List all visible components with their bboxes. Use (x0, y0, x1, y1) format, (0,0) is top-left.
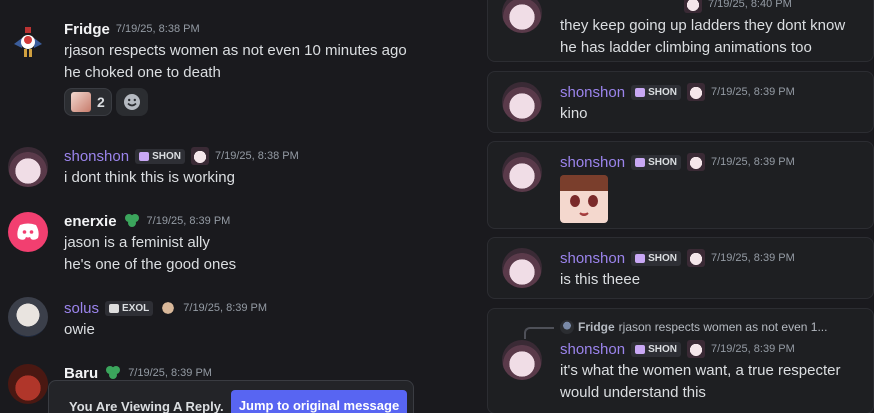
message-text: it's what the women want, a true respect… (560, 362, 841, 379)
heart-icon (109, 303, 120, 313)
timestamp: 7/19/25, 8:39 PM (183, 302, 268, 314)
message-text: kino (560, 105, 588, 122)
avatar[interactable] (502, 248, 542, 288)
message-solus[interactable]: solus EXOL 7/19/25, 8:39 PM owie (0, 297, 470, 345)
avatar[interactable] (502, 0, 542, 33)
thread-message[interactable]: 7/19/25, 8:40 PM they keep going up ladd… (487, 0, 874, 62)
role-icon (684, 0, 702, 13)
anime-face-image (560, 175, 608, 216)
clover-icon (106, 366, 121, 379)
role-icon (686, 83, 705, 101)
message-text: he has ladder climbing animations too (560, 39, 812, 56)
timestamp: 7/19/25, 8:40 PM (708, 0, 792, 10)
heart-icon (635, 157, 646, 167)
guild-tag[interactable]: SHON (631, 250, 681, 266)
message-text: rjason respects women as not even 10 min… (64, 42, 407, 59)
timestamp: 7/19/25, 8:38 PM (214, 150, 299, 162)
role-icon (686, 153, 705, 171)
heart-icon (635, 344, 646, 354)
thread-panel: 7/19/25, 8:40 PM they keep going up ladd… (470, 0, 874, 413)
thread-message[interactable]: shonshon SHON 7/19/25, 8:39 PM is this t… (487, 237, 874, 299)
message-text: he's one of the good ones (64, 256, 237, 273)
avatar[interactable] (8, 22, 48, 62)
emoji-icon (71, 92, 91, 112)
timestamp: 7/19/25, 8:39 PM (710, 156, 795, 168)
heart-icon (635, 87, 646, 97)
guild-tag[interactable]: SHON (135, 148, 185, 164)
avatar[interactable] (8, 212, 48, 252)
avatar[interactable] (8, 364, 48, 404)
role-icon (686, 340, 705, 358)
author-name[interactable]: Fridge (64, 21, 110, 38)
author-name[interactable]: Baru (64, 365, 98, 382)
clover-icon (124, 214, 139, 227)
message-text: is this theee (560, 271, 641, 288)
avatar[interactable] (8, 147, 48, 187)
guild-tag[interactable]: EXOL (105, 300, 154, 316)
discord-logo-icon (17, 223, 39, 240)
role-icon (686, 249, 705, 267)
avatar[interactable] (8, 297, 48, 337)
add-reaction-button[interactable] (115, 88, 148, 116)
heart-icon (635, 253, 646, 263)
heart-icon (139, 151, 150, 161)
role-icon (159, 299, 178, 317)
chat-column: Fridge 7/19/25, 8:38 PM rjason respects … (0, 0, 470, 413)
avatar[interactable] (502, 340, 542, 380)
message-text: jason is a feminist ally (64, 234, 210, 251)
timestamp: 7/19/25, 8:39 PM (146, 215, 231, 227)
guild-tag[interactable]: SHON (631, 154, 681, 170)
reactions: 2 (64, 88, 407, 116)
message-fridge[interactable]: Fridge 7/19/25, 8:38 PM rjason respects … (0, 18, 470, 122)
avatar[interactable] (502, 82, 542, 122)
viewing-reply-banner: You Are Viewing A Reply. Jump to origina… (48, 380, 414, 413)
reaction-count: 2 (97, 94, 105, 110)
author-name[interactable]: enerxie (64, 213, 117, 230)
message-text: i dont think this is working (64, 169, 235, 186)
smiley-icon (123, 94, 140, 110)
timestamp: 7/19/25, 8:39 PM (710, 343, 795, 355)
banner-text: You Are Viewing A Reply. (69, 399, 224, 413)
message-text: they keep going up ladders they dont kno… (560, 17, 846, 34)
message-text: owie (64, 321, 95, 338)
thread-message[interactable]: shonshon SHON 7/19/25, 8:39 PM kino (487, 71, 874, 133)
timestamp: 7/19/25, 8:39 PM (710, 252, 795, 264)
author-name[interactable]: solus (64, 300, 99, 317)
timestamp: 7/19/25, 8:39 PM (710, 86, 795, 98)
timestamp: 7/19/25, 8:39 PM (128, 367, 212, 379)
reply-reference[interactable]: Fridge rjason respects women as not even… (560, 318, 827, 336)
message-shonshon[interactable]: shonshon SHON 7/19/25, 8:38 PM i dont th… (0, 145, 470, 193)
reply-author: Fridge (578, 320, 615, 334)
jump-to-original-button[interactable]: Jump to original message (231, 390, 407, 413)
role-icon (190, 147, 209, 165)
author-name[interactable]: shonshon (560, 84, 625, 101)
reaction-button[interactable]: 2 (64, 88, 112, 116)
thread-message[interactable]: shonshon SHON 7/19/25, 8:39 PM (487, 141, 874, 229)
reply-preview: rjason respects women as not even 1... (618, 320, 828, 334)
author-name[interactable]: shonshon (560, 341, 625, 358)
author-name[interactable]: shonshon (560, 154, 625, 171)
reply-connector (524, 327, 554, 339)
author-name[interactable]: shonshon (64, 148, 129, 165)
guild-tag[interactable]: SHON (631, 341, 681, 357)
message-text: would understand this (560, 384, 706, 401)
thread-message[interactable]: Fridge rjason respects women as not even… (487, 308, 874, 413)
author-name[interactable]: shonshon (560, 250, 625, 267)
image-attachment[interactable] (560, 175, 608, 223)
avatar[interactable] (502, 152, 542, 192)
message-text: he choked one to death (64, 64, 221, 81)
timestamp: 7/19/25, 8:38 PM (115, 23, 200, 35)
message-enerxie[interactable]: enerxie 7/19/25, 8:39 PM jason is a femi… (0, 210, 470, 276)
guild-tag[interactable]: SHON (631, 84, 681, 100)
reply-avatar-icon (560, 320, 574, 334)
